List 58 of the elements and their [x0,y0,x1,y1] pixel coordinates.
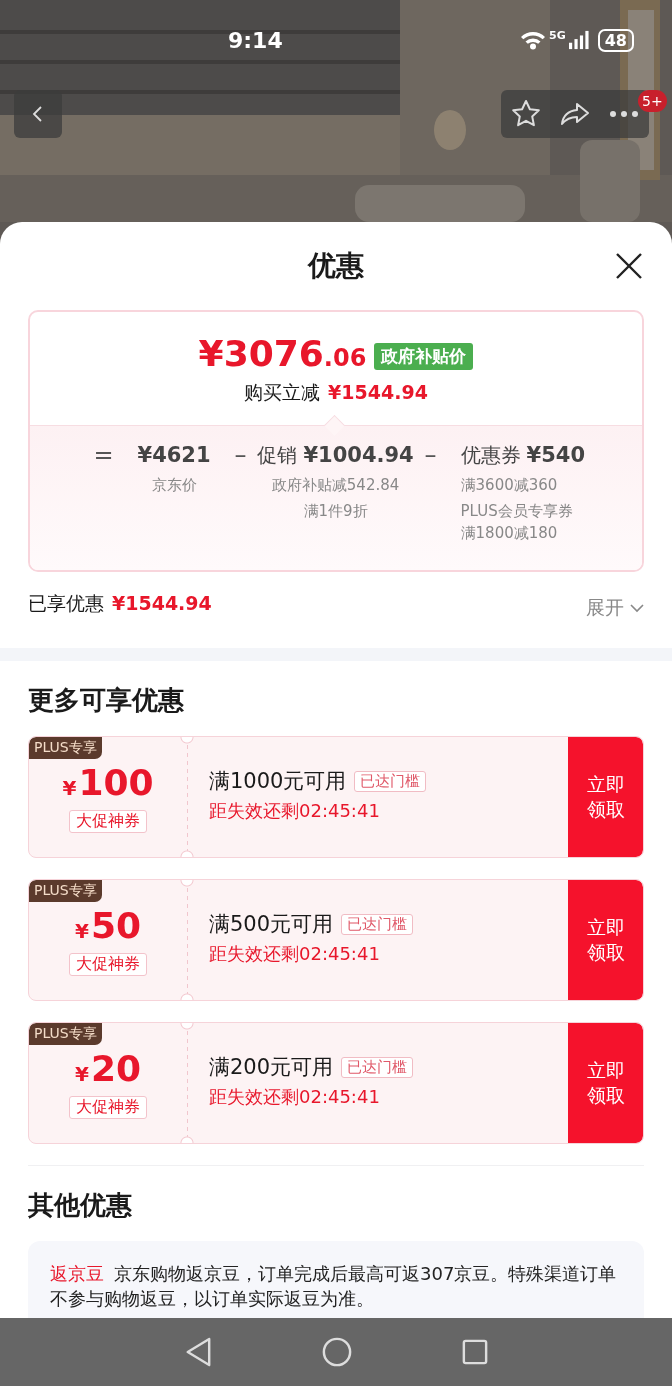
recents-icon[interactable] [462,1339,488,1365]
status-tag: 已达门槛 [341,1056,414,1078]
coupon-tag: 大促神券 [69,1096,147,1119]
plus-badge: PLUS专享 [29,737,102,759]
breakdown-amount: ¥4621 [137,442,211,469]
coupon-tag: 大促神券 [69,953,147,976]
home-icon[interactable] [322,1337,352,1367]
operator: – [234,440,247,470]
coupon-condition: 满1000元可用 [209,768,347,795]
notification-badge: 5+ [638,90,667,112]
offer-text: 返京豆 京东购物返京豆，订单完成后最高可返307京豆。特殊渠道订单不参与购物返豆，以订单实际返豆为准。 [50,1262,618,1311]
coupon-amount: ¥50 [75,906,141,948]
claim-button[interactable]: 立即领取 [568,880,643,1000]
plus-badge: PLUS专享 [29,1023,102,1045]
final-price: ¥3076.06 [198,334,367,376]
close-icon[interactable] [614,251,644,281]
discount-label: 购买立减 [244,380,321,405]
breakdown-note: 京东价 [151,475,197,496]
breakdown-label: 促销 [257,442,298,469]
discount-value: ¥1544.94 [328,381,428,403]
status-tag: 已达门槛 [354,770,427,792]
savings-value: ¥1544.94 [112,592,212,614]
breakdown-amount: ¥540 [526,442,586,469]
coupon-condition: 满200元可用 [209,1054,334,1081]
network-label: 5G [549,28,566,42]
signal-icon [568,30,589,50]
section-title: 其他优惠 [28,1189,133,1222]
status-tag: 已达门槛 [341,913,414,935]
breakdown-note: 满3600减360 [460,475,558,496]
breakdown-label: 优惠券 [460,442,521,469]
expand-link[interactable]: 展开 [586,595,644,621]
operator: – [424,440,437,470]
coupon-tag: 大促神券 [69,810,147,833]
more-icon[interactable] [609,110,640,118]
operator: = [93,440,114,470]
savings-label: 已享优惠 [28,591,104,616]
coupon-condition: 满500元可用 [209,911,334,938]
breakdown-note: PLUS会员专享券满1800减180 [460,501,574,544]
claim-button[interactable]: 立即领取 [568,737,643,857]
plus-badge: PLUS专享 [29,880,102,902]
breakdown-note: 满1件9折 [303,501,368,522]
claim-button[interactable]: 立即领取 [568,1023,643,1143]
sheet-title: 优惠 [308,248,364,284]
coupon-amount: ¥20 [75,1049,141,1091]
price-tag: 政府补贴价 [374,342,474,370]
chevron-icon [630,603,644,613]
status-time: 9:14 [228,27,283,53]
wifi-icon [520,30,547,50]
countdown: 距失效还剩02:45:41 [209,1085,381,1109]
breakdown-amount: ¥1004.94 [303,442,414,469]
countdown: 距失效还剩02:45:41 [209,799,381,823]
section-title: 更多可享优惠 [28,684,185,717]
breakdown-note: 政府补贴减542.84 [271,475,400,496]
battery-level: 48 [597,28,634,52]
back-icon[interactable] [184,1336,212,1368]
coupon-amount: ¥100 [62,763,154,805]
countdown: 距失效还剩02:45:41 [209,942,381,966]
star-icon[interactable] [510,99,541,129]
